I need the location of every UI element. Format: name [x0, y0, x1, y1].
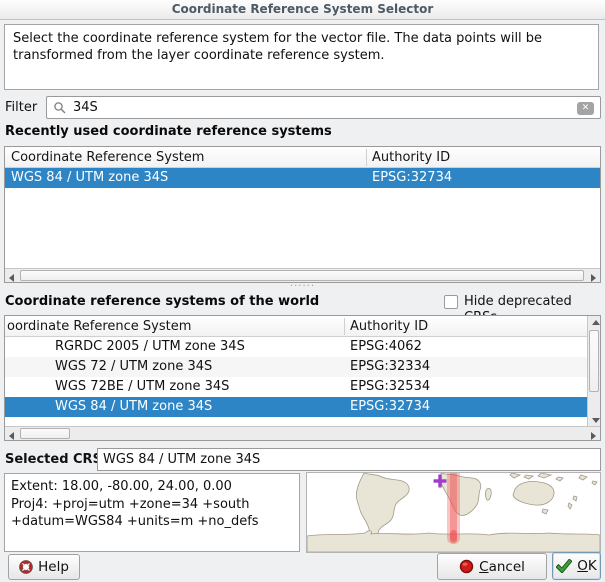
column-header-crs[interactable]: Coordinate Reference System: [11, 147, 204, 168]
scroll-up-button[interactable]: [589, 316, 601, 329]
recent-table-header: Coordinate Reference System Authority ID: [5, 147, 600, 168]
filter-input-wrap: ✕: [46, 96, 601, 119]
column-header-authority[interactable]: Authority ID: [372, 147, 450, 168]
world-crs-table: oordinate Reference System Authority ID …: [4, 315, 601, 441]
crs-name-cell: WGS 72 / UTM zone 34S: [55, 357, 340, 377]
column-divider[interactable]: [366, 149, 367, 166]
recent-crs-table: Coordinate Reference System Authority ID…: [4, 146, 601, 283]
world-section-heading: Coordinate reference systems of the worl…: [5, 294, 319, 309]
cancel-button-label: Cancel: [479, 559, 525, 575]
dialog-title: Coordinate Reference System Selector: [0, 0, 605, 20]
utm-zone-highlight: [447, 473, 460, 544]
selected-crs-field[interactable]: [103, 450, 595, 469]
ok-button[interactable]: OK: [552, 552, 601, 580]
column-header-crs[interactable]: oordinate Reference System: [7, 316, 191, 337]
authority-cell: EPSG:32334: [350, 357, 570, 377]
crs-selector-dialog: Coordinate Reference System Selector Sel…: [0, 0, 605, 582]
scroll-left-button[interactable]: [5, 428, 19, 441]
scroll-down-button[interactable]: [589, 413, 601, 426]
crs-extent-map-preview: [306, 472, 601, 553]
selected-crs-label: Selected CRS: [5, 449, 102, 471]
table-row-wgs72be[interactable]: WGS 72BE / UTM zone 34S EPSG:32534: [5, 377, 587, 397]
ok-button-label: OK: [577, 558, 597, 574]
ok-check-icon: [556, 559, 572, 573]
scroll-left-button[interactable]: [5, 270, 19, 283]
scroll-right-button[interactable]: [586, 270, 600, 283]
help-icon: [19, 560, 33, 574]
recent-horizontal-scrollbar[interactable]: [5, 268, 600, 282]
authority-cell: EPSG:4062: [350, 337, 570, 357]
cancel-icon: [459, 559, 474, 574]
crs-proj4-text-line2: +datum=WGS84 +units=m +no_defs: [11, 513, 293, 531]
hide-deprecated-checkbox[interactable]: [444, 295, 458, 309]
world-horizontal-scrollbar[interactable]: [5, 426, 600, 440]
search-icon: [53, 101, 67, 115]
clear-filter-icon[interactable]: ✕: [577, 102, 594, 115]
selected-crs-field-wrap: [97, 448, 601, 471]
crs-info-panel: Extent: 18.00, -80.00, 24.00, 0.00 Proj4…: [4, 473, 300, 552]
crs-name-cell: WGS 72BE / UTM zone 34S: [55, 377, 340, 397]
filter-label: Filter: [5, 97, 37, 119]
cancel-button[interactable]: Cancel: [437, 553, 547, 580]
scrollbar-thumb[interactable]: [20, 270, 584, 281]
authority-cell: EPSG:32734: [372, 168, 592, 188]
table-row-wgs72[interactable]: WGS 72 / UTM zone 34S EPSG:32334: [5, 357, 587, 377]
table-row-rgrdc2005[interactable]: RGRDC 2005 / UTM zone 34S EPSG:4062: [5, 337, 587, 357]
authority-cell: EPSG:32734: [350, 397, 570, 417]
scroll-right-button[interactable]: [586, 428, 600, 441]
scrollbar-thumb[interactable]: [20, 428, 70, 439]
crs-extent-text: Extent: 18.00, -80.00, 24.00, 0.00: [11, 478, 293, 496]
crs-name-cell: WGS 84 / UTM zone 34S: [11, 168, 361, 188]
filter-input[interactable]: [73, 98, 563, 117]
description-text: Select the coordinate reference system f…: [4, 24, 599, 90]
table-row-recent-wgs84[interactable]: WGS 84 / UTM zone 34S EPSG:32734: [5, 168, 600, 188]
crs-name-cell: RGRDC 2005 / UTM zone 34S: [55, 337, 340, 357]
crs-proj4-text-line1: Proj4: +proj=utm +zone=34 +south: [11, 496, 293, 514]
crs-name-cell: WGS 84 / UTM zone 34S: [55, 397, 340, 417]
help-button[interactable]: Help: [8, 554, 80, 580]
recent-section-heading: Recently used coordinate reference syste…: [5, 124, 332, 139]
scrollbar-thumb[interactable]: [589, 330, 599, 392]
help-button-label: Help: [38, 559, 69, 575]
world-vertical-scrollbar[interactable]: [587, 316, 600, 426]
splitter-handle[interactable]: ······: [0, 284, 605, 291]
world-table-header: oordinate Reference System Authority ID: [5, 316, 587, 337]
table-row-wgs84[interactable]: WGS 84 / UTM zone 34S EPSG:32734: [5, 397, 587, 417]
column-header-authority[interactable]: Authority ID: [350, 316, 428, 337]
column-divider[interactable]: [344, 318, 345, 335]
authority-cell: EPSG:32534: [350, 377, 570, 397]
